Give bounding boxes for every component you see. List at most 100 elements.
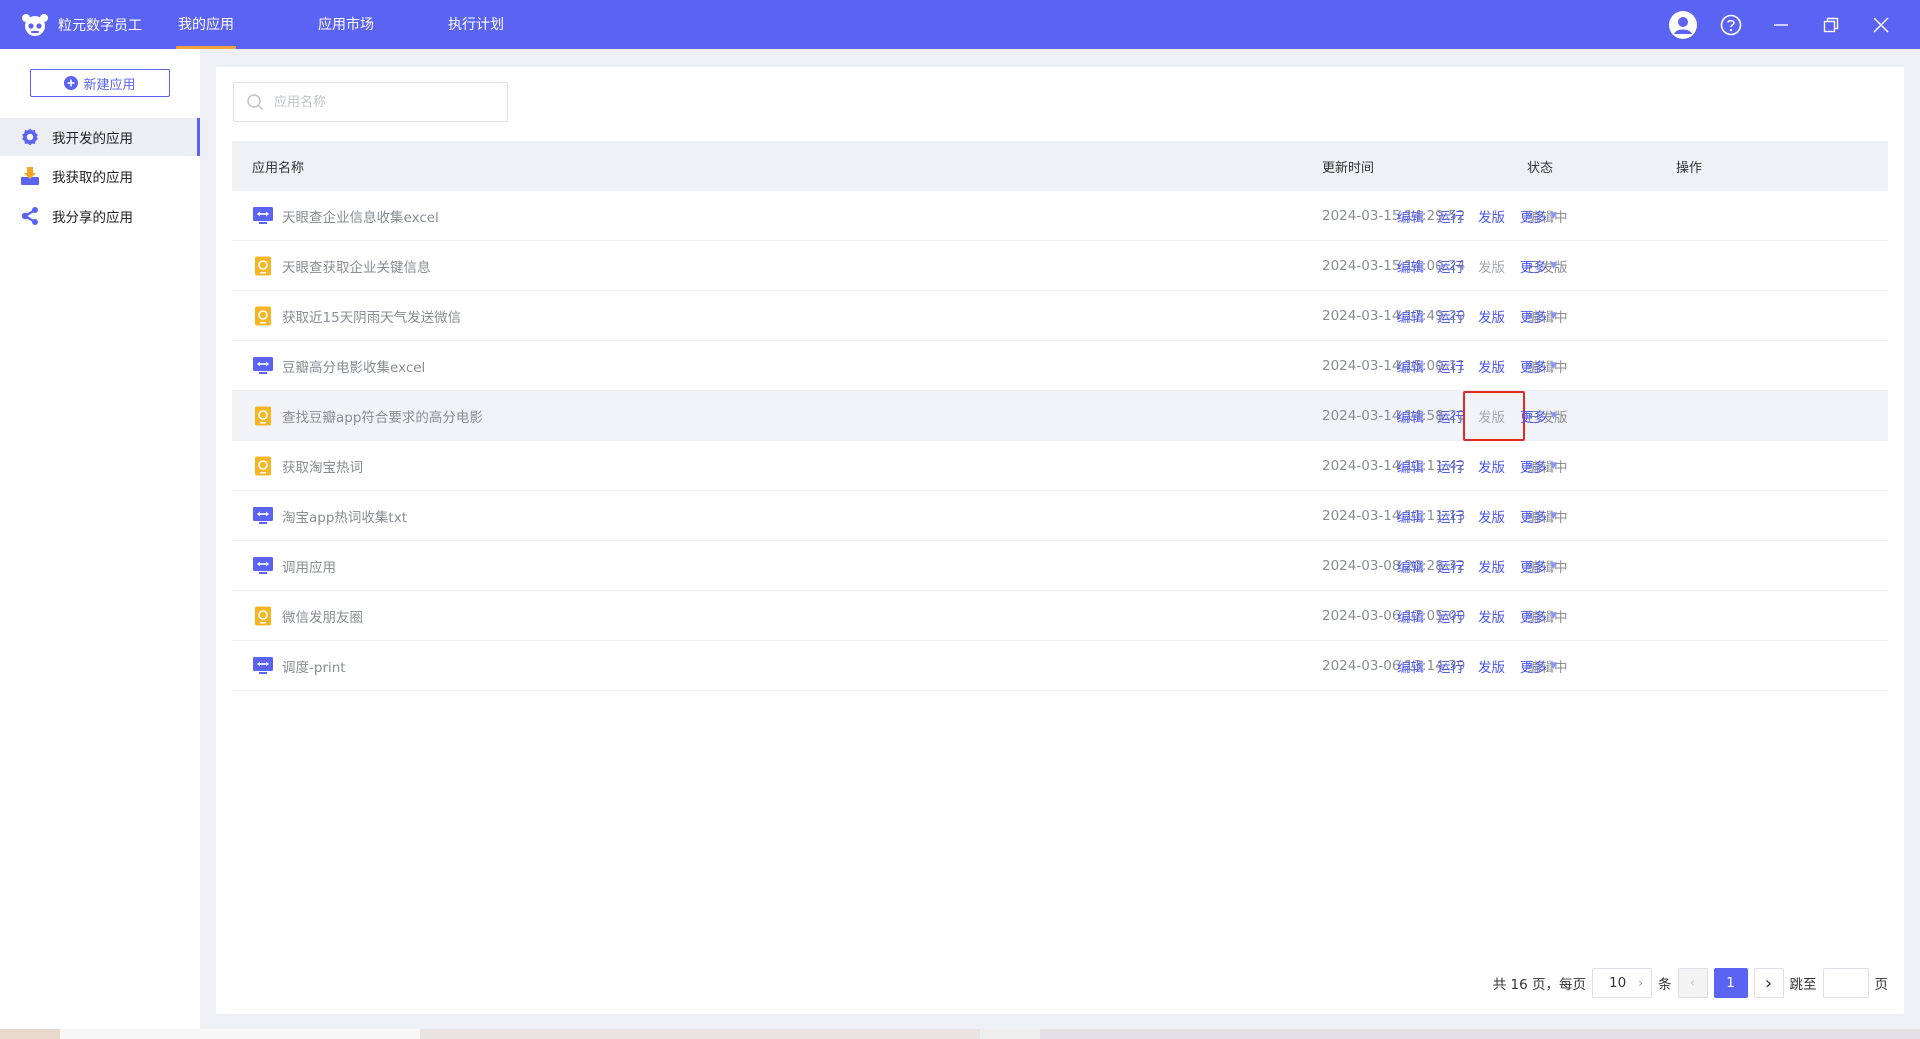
sidebar-item-shared[interactable]: 我分享的应用 (0, 197, 200, 235)
table-row[interactable]: 查找豆瓣app符合要求的高分电影 2024-03-14 14:58:20 已发版… (232, 391, 1888, 441)
desktop-app-icon (252, 555, 274, 577)
edit-link[interactable]: 编辑 (1397, 606, 1424, 626)
op-publish-wrap: 发版 (1478, 241, 1505, 291)
tab-my-apps[interactable]: 我的应用 (176, 0, 236, 49)
more-link[interactable]: 更多 (1520, 306, 1547, 326)
page-suffix: 页 (1874, 977, 1889, 993)
edit-link[interactable]: 编辑 (1397, 556, 1424, 576)
app-name[interactable]: 查找豆瓣app符合要求的高分电影 (282, 406, 483, 426)
app-name[interactable]: 调用应用 (282, 556, 336, 576)
table-row[interactable]: 天眼查获取企业关键信息 2024-03-15 14:00:24 已发版 编辑 运… (232, 241, 1888, 291)
run-link[interactable]: 运行 (1437, 206, 1464, 226)
edit-link[interactable]: 编辑 (1397, 406, 1424, 426)
sidebar-item-developed[interactable]: 我开发的应用 (0, 118, 200, 156)
edit-link[interactable]: 编辑 (1397, 306, 1424, 326)
table-row[interactable]: 调度-print 2024-03-06 13:14:39 编辑中 编辑 运行 发… (232, 641, 1888, 691)
edit-link[interactable]: 编辑 (1397, 356, 1424, 376)
edit-link[interactable]: 编辑 (1397, 206, 1424, 226)
chevron-left-icon: ‹ (1689, 975, 1696, 991)
table-row[interactable]: 天眼查企业信息收集excel 2024-03-15 14:29:52 编辑中 编… (232, 191, 1888, 241)
app-name[interactable]: 淘宝app热词收集txt (282, 506, 407, 526)
app-name[interactable]: 天眼查企业信息收集excel (282, 206, 439, 226)
app-name[interactable]: 天眼查获取企业关键信息 (282, 256, 431, 276)
app-name[interactable]: 微信发朋友圈 (282, 606, 363, 626)
edit-link[interactable]: 编辑 (1397, 506, 1424, 526)
brand-name: 粒元数字员工 (58, 18, 142, 34)
publish-link[interactable]: 发版 (1478, 556, 1505, 576)
op-edit-wrap: 编辑 (1397, 191, 1424, 241)
op-more-wrap: 更多 ▼ (1520, 291, 1557, 341)
tab-execution-plan[interactable]: 执行计划 (448, 0, 504, 49)
desktop-app-icon (252, 205, 274, 227)
new-app-button[interactable]: 新建应用 (30, 69, 170, 97)
more-link[interactable]: 更多 (1520, 256, 1547, 276)
caret-down-icon: ▼ (1550, 211, 1557, 221)
op-run-wrap: 运行 (1437, 291, 1464, 341)
app-name[interactable]: 获取近15天阴雨天气发送微信 (282, 306, 461, 326)
more-link[interactable]: 更多 (1520, 356, 1547, 376)
app-name[interactable]: 获取淘宝热词 (282, 456, 363, 476)
prev-page-button[interactable]: ‹ (1677, 968, 1708, 998)
edit-link[interactable]: 编辑 (1397, 256, 1424, 276)
search-box[interactable] (233, 82, 508, 122)
op-run-wrap: 运行 (1437, 391, 1464, 441)
run-link[interactable]: 运行 (1437, 356, 1464, 376)
publish-link[interactable]: 发版 (1478, 456, 1505, 476)
table-row[interactable]: 调用应用 2024-03-08 20:28:32 编辑中 编辑 运行 发版 更多… (232, 541, 1888, 591)
more-link[interactable]: 更多 (1520, 206, 1547, 226)
more-link[interactable]: 更多 (1520, 506, 1547, 526)
run-link[interactable]: 运行 (1437, 606, 1464, 626)
jump-page-input[interactable] (1822, 968, 1869, 998)
publish-link[interactable]: 发版 (1478, 356, 1505, 376)
edit-link[interactable]: 编辑 (1397, 656, 1424, 676)
op-run-wrap: 运行 (1437, 441, 1464, 491)
sidebar: 新建应用 我开发的应用 我获取的应用 我分享的应用 (0, 49, 200, 1029)
next-page-button[interactable]: › (1753, 968, 1784, 998)
more-link[interactable]: 更多 (1520, 406, 1547, 426)
publish-link[interactable]: 发版 (1478, 656, 1505, 676)
op-more-wrap: 更多 ▼ (1520, 441, 1557, 491)
app-name[interactable]: 调度-print (282, 656, 346, 676)
table-row[interactable]: 获取淘宝热词 2024-03-14 11:11:42 编辑中 编辑 运行 发版 … (232, 441, 1888, 491)
close-icon[interactable] (1868, 12, 1894, 38)
publish-link[interactable]: 发版 (1478, 306, 1505, 326)
publish-link[interactable]: 发版 (1478, 256, 1505, 276)
caret-down-icon: ▼ (1550, 411, 1557, 421)
more-link[interactable]: 更多 (1520, 656, 1547, 676)
run-link[interactable]: 运行 (1437, 256, 1464, 276)
publish-link[interactable]: 发版 (1478, 606, 1505, 626)
page-size-select[interactable]: 10 › (1592, 968, 1652, 998)
run-link[interactable]: 运行 (1437, 406, 1464, 426)
more-link[interactable]: 更多 (1520, 556, 1547, 576)
sidebar-item-acquired[interactable]: 我获取的应用 (0, 157, 200, 195)
op-publish-wrap: 发版 (1478, 491, 1505, 541)
minimize-icon[interactable] (1768, 12, 1794, 38)
publish-link[interactable]: 发版 (1478, 206, 1505, 226)
op-edit-wrap: 编辑 (1397, 241, 1424, 291)
run-link[interactable]: 运行 (1437, 656, 1464, 676)
more-link[interactable]: 更多 (1520, 606, 1547, 626)
tab-app-market[interactable]: 应用市场 (318, 0, 374, 49)
app-name[interactable]: 豆瓣高分电影收集excel (282, 356, 425, 376)
strip-segment (420, 1029, 980, 1039)
page-number-button[interactable]: 1 (1713, 968, 1748, 998)
mobile-app-icon (252, 605, 274, 627)
table-row[interactable]: 豆瓣高分电影收集excel 2024-03-14 15:00:11 编辑中 编辑… (232, 341, 1888, 391)
app-name-cell: 获取近15天阴雨天气发送微信 (252, 291, 461, 341)
search-input[interactable] (274, 94, 494, 110)
user-avatar-icon[interactable] (1668, 10, 1698, 40)
help-icon[interactable] (1718, 12, 1744, 38)
more-link[interactable]: 更多 (1520, 456, 1547, 476)
table-row[interactable]: 淘宝app热词收集txt 2024-03-14 11:11:13 编辑中 编辑 … (232, 491, 1888, 541)
restore-icon[interactable] (1818, 12, 1844, 38)
edit-link[interactable]: 编辑 (1397, 456, 1424, 476)
table-row[interactable]: 微信发朋友圈 2024-03-06 17:05:00 编辑中 编辑 运行 发版 … (232, 591, 1888, 641)
op-more-wrap: 更多 ▼ (1520, 541, 1557, 591)
run-link[interactable]: 运行 (1437, 506, 1464, 526)
publish-link[interactable]: 发版 (1478, 506, 1505, 526)
run-link[interactable]: 运行 (1437, 556, 1464, 576)
op-publish-wrap: 发版 (1478, 591, 1505, 641)
run-link[interactable]: 运行 (1437, 456, 1464, 476)
table-row[interactable]: 获取近15天阴雨天气发送微信 2024-03-14 17:49:20 编辑中 编… (232, 291, 1888, 341)
run-link[interactable]: 运行 (1437, 306, 1464, 326)
